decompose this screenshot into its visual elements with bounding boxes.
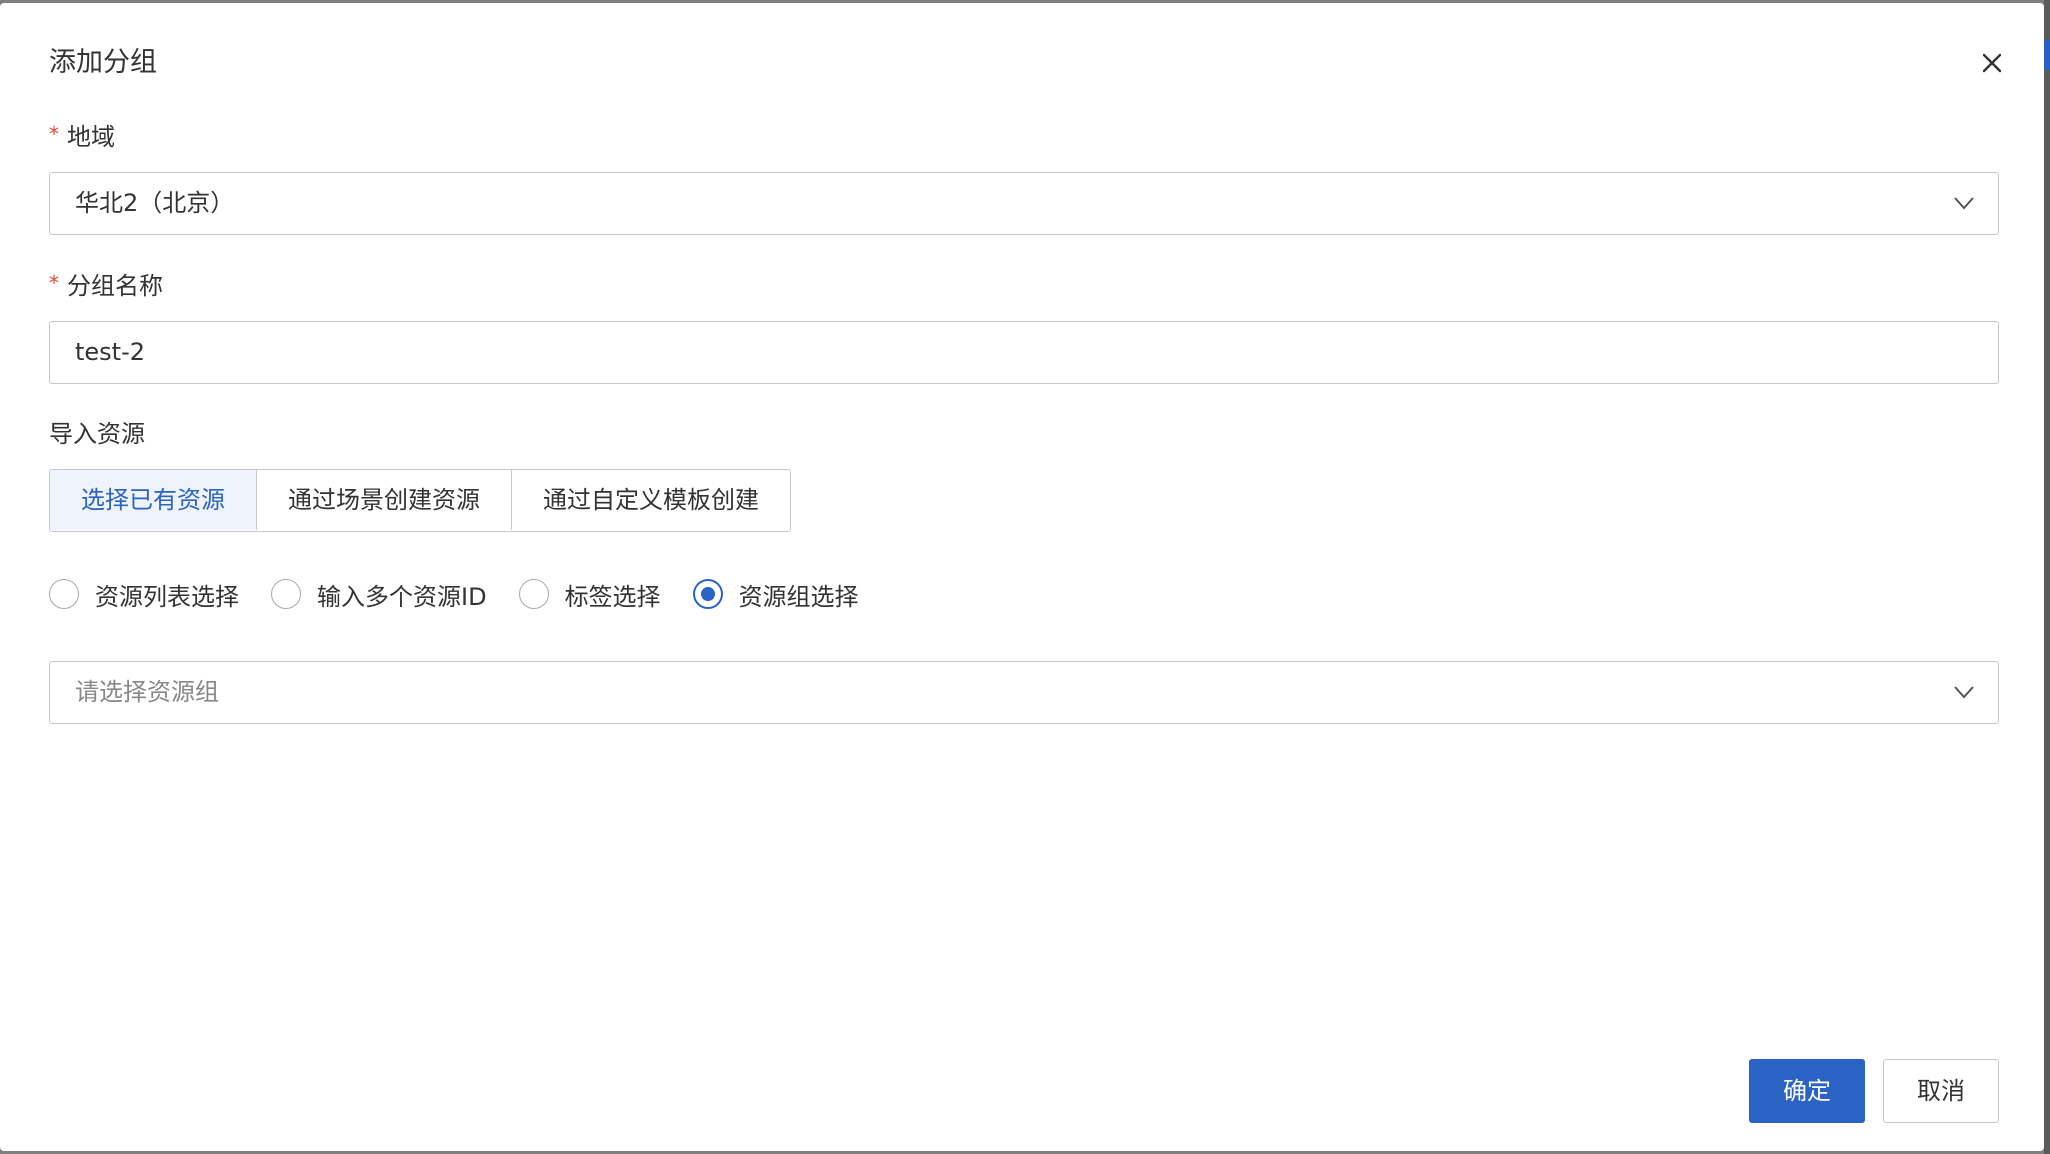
- group-name-label-text: 分组名称: [67, 272, 163, 300]
- group-name-input[interactable]: test-2: [49, 321, 1999, 384]
- radio-label: 资源列表选择: [95, 582, 239, 611]
- tab-create-by-custom-template[interactable]: 通过自定义模板创建: [512, 470, 790, 530]
- tab-create-by-scenario[interactable]: 通过场景创建资源: [257, 470, 512, 530]
- radio-circle[interactable]: [49, 579, 79, 609]
- import-method-tabs: 选择已有资源 通过场景创建资源 通过自定义模板创建: [49, 469, 791, 532]
- tab-select-existing-resources[interactable]: 选择已有资源: [50, 470, 257, 530]
- required-mark: *: [49, 122, 59, 146]
- resource-selection-mode: 资源列表选择 输入多个资源ID 标签选择 资源组选择: [49, 576, 891, 612]
- radio-multiple-resource-ids[interactable]: 输入多个资源ID: [271, 577, 487, 612]
- region-select[interactable]: 华北2（北京）: [49, 172, 1999, 235]
- radio-resource-group[interactable]: 资源组选择: [692, 577, 859, 612]
- radio-tag-selection[interactable]: 标签选择: [518, 577, 661, 612]
- radio-label: 标签选择: [564, 582, 661, 611]
- cancel-button[interactable]: 取消: [1883, 1059, 1999, 1123]
- radio-label: 资源组选择: [738, 582, 859, 611]
- radio-circle[interactable]: [692, 579, 723, 609]
- radio-circle[interactable]: [271, 579, 301, 609]
- background-accent: [2044, 40, 2050, 70]
- close-button[interactable]: [1972, 43, 2012, 83]
- chevron-down-icon: [1954, 197, 1974, 210]
- region-select-value: 华北2（北京）: [75, 189, 235, 217]
- resource-group-select-placeholder: 请选择资源组: [75, 678, 219, 706]
- region-label: * 地域: [49, 120, 115, 155]
- import-resources-label: 导入资源: [49, 420, 145, 448]
- required-mark: *: [49, 271, 59, 295]
- group-name-label: * 分组名称: [49, 269, 163, 304]
- close-icon: [1982, 53, 2002, 73]
- group-name-input-value: test-2: [75, 338, 146, 366]
- resource-group-select[interactable]: 请选择资源组: [49, 661, 1999, 724]
- radio-resource-list[interactable]: 资源列表选择: [49, 577, 239, 612]
- radio-label: 输入多个资源ID: [317, 582, 487, 611]
- add-group-dialog: 添加分组 * 地域 华北2（北京） * 分组名称 test-2 导入资源 选择已有资…: [0, 3, 2044, 1151]
- dialog-title: 添加分组: [49, 47, 157, 78]
- background-edge: [2044, 0, 2050, 1154]
- radio-circle[interactable]: [518, 579, 549, 609]
- chevron-down-icon: [1954, 686, 1974, 699]
- region-label-text: 地域: [67, 123, 115, 151]
- confirm-button[interactable]: 确定: [1749, 1059, 1865, 1123]
